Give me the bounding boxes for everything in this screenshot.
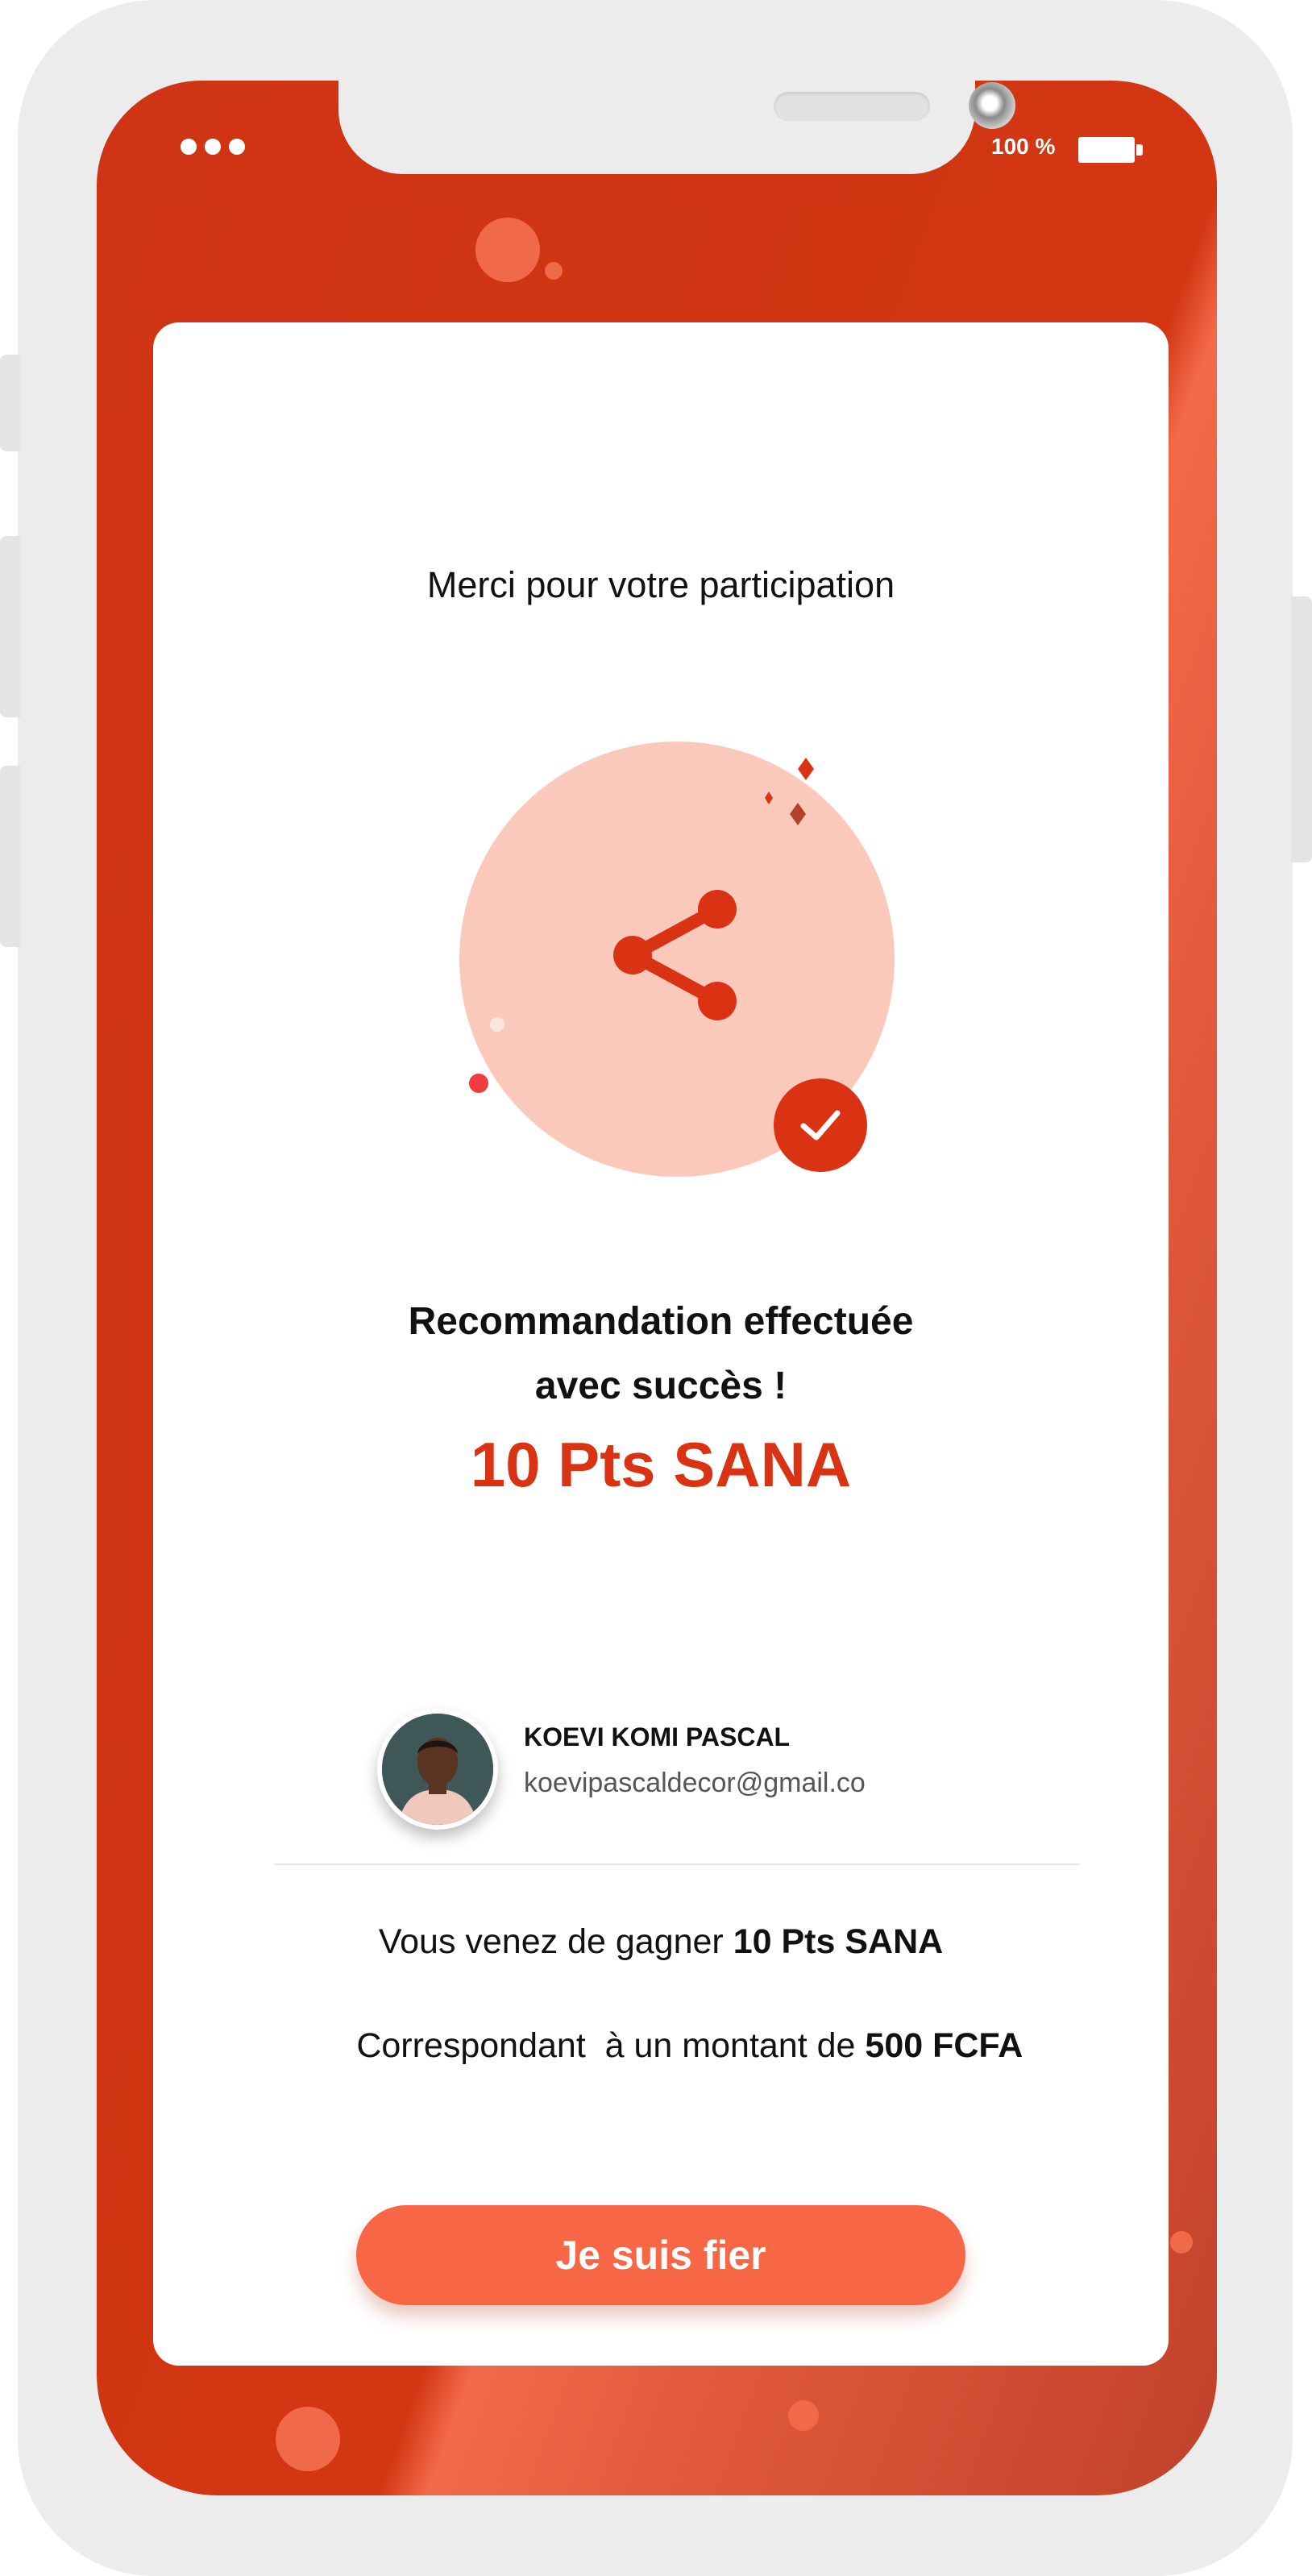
reward-line-amount: Correspondant à un montant de 500 FCFA — [153, 1987, 1169, 2105]
success-message: Recommandation effectuée avec succès ! — [153, 1290, 1169, 1419]
decor-circle — [475, 218, 540, 282]
camera — [969, 82, 1015, 129]
phone-screen: 100 % Merci pour votre participation Rec… — [97, 81, 1217, 2495]
points-earned: 10 Pts SANA — [470, 1429, 852, 1500]
user-email: koevipascaldecor@gmail.co — [524, 1768, 866, 1798]
volume-up-button — [0, 536, 21, 717]
battery-percentage: 100 % — [991, 134, 1056, 159]
success-illustration — [459, 742, 911, 1193]
avatar — [377, 1709, 498, 1830]
volume-down-button — [0, 766, 21, 947]
sparkle-icon — [765, 758, 814, 825]
decor-circle — [276, 2407, 340, 2471]
success-title-line2: avec succès ! — [534, 1365, 787, 1407]
proud-button[interactable]: Je suis fier — [356, 2205, 965, 2305]
power-button — [1291, 596, 1312, 862]
notch — [338, 81, 1015, 174]
decor-dot — [1170, 2231, 1193, 2254]
battery-icon — [1078, 137, 1143, 163]
reward-amount-value: 500 FCFA — [865, 2026, 1023, 2065]
share-icon — [613, 890, 737, 1020]
check-icon — [800, 1110, 841, 1141]
reward-amount-label: Correspondant à un montant de — [356, 2026, 866, 2065]
decor-dot — [490, 1017, 504, 1032]
speaker — [774, 92, 930, 121]
reward-points-label: Vous venez de gagner — [378, 1922, 733, 1961]
user-name: KOEVI KOMI PASCAL — [524, 1722, 791, 1751]
signal-dots-icon — [181, 139, 245, 155]
avatar-photo — [382, 1714, 493, 1825]
success-card: Merci pour votre participation Recommand… — [153, 322, 1169, 2366]
divider — [274, 1863, 1080, 1865]
reward-line-points: Vous venez de gagner 10 Pts SANA — [153, 1922, 1169, 1962]
success-title-line1: Recommandation effectuée — [408, 1300, 914, 1343]
reward-points-value: 10 Pts SANA — [733, 1922, 944, 1961]
decor-dot — [788, 2400, 819, 2431]
page-title: Merci pour votre participation — [426, 564, 895, 605]
decor-dot — [545, 262, 563, 280]
check-badge — [774, 1078, 867, 1172]
decor-dot — [469, 1074, 488, 1093]
silent-switch — [0, 355, 21, 451]
